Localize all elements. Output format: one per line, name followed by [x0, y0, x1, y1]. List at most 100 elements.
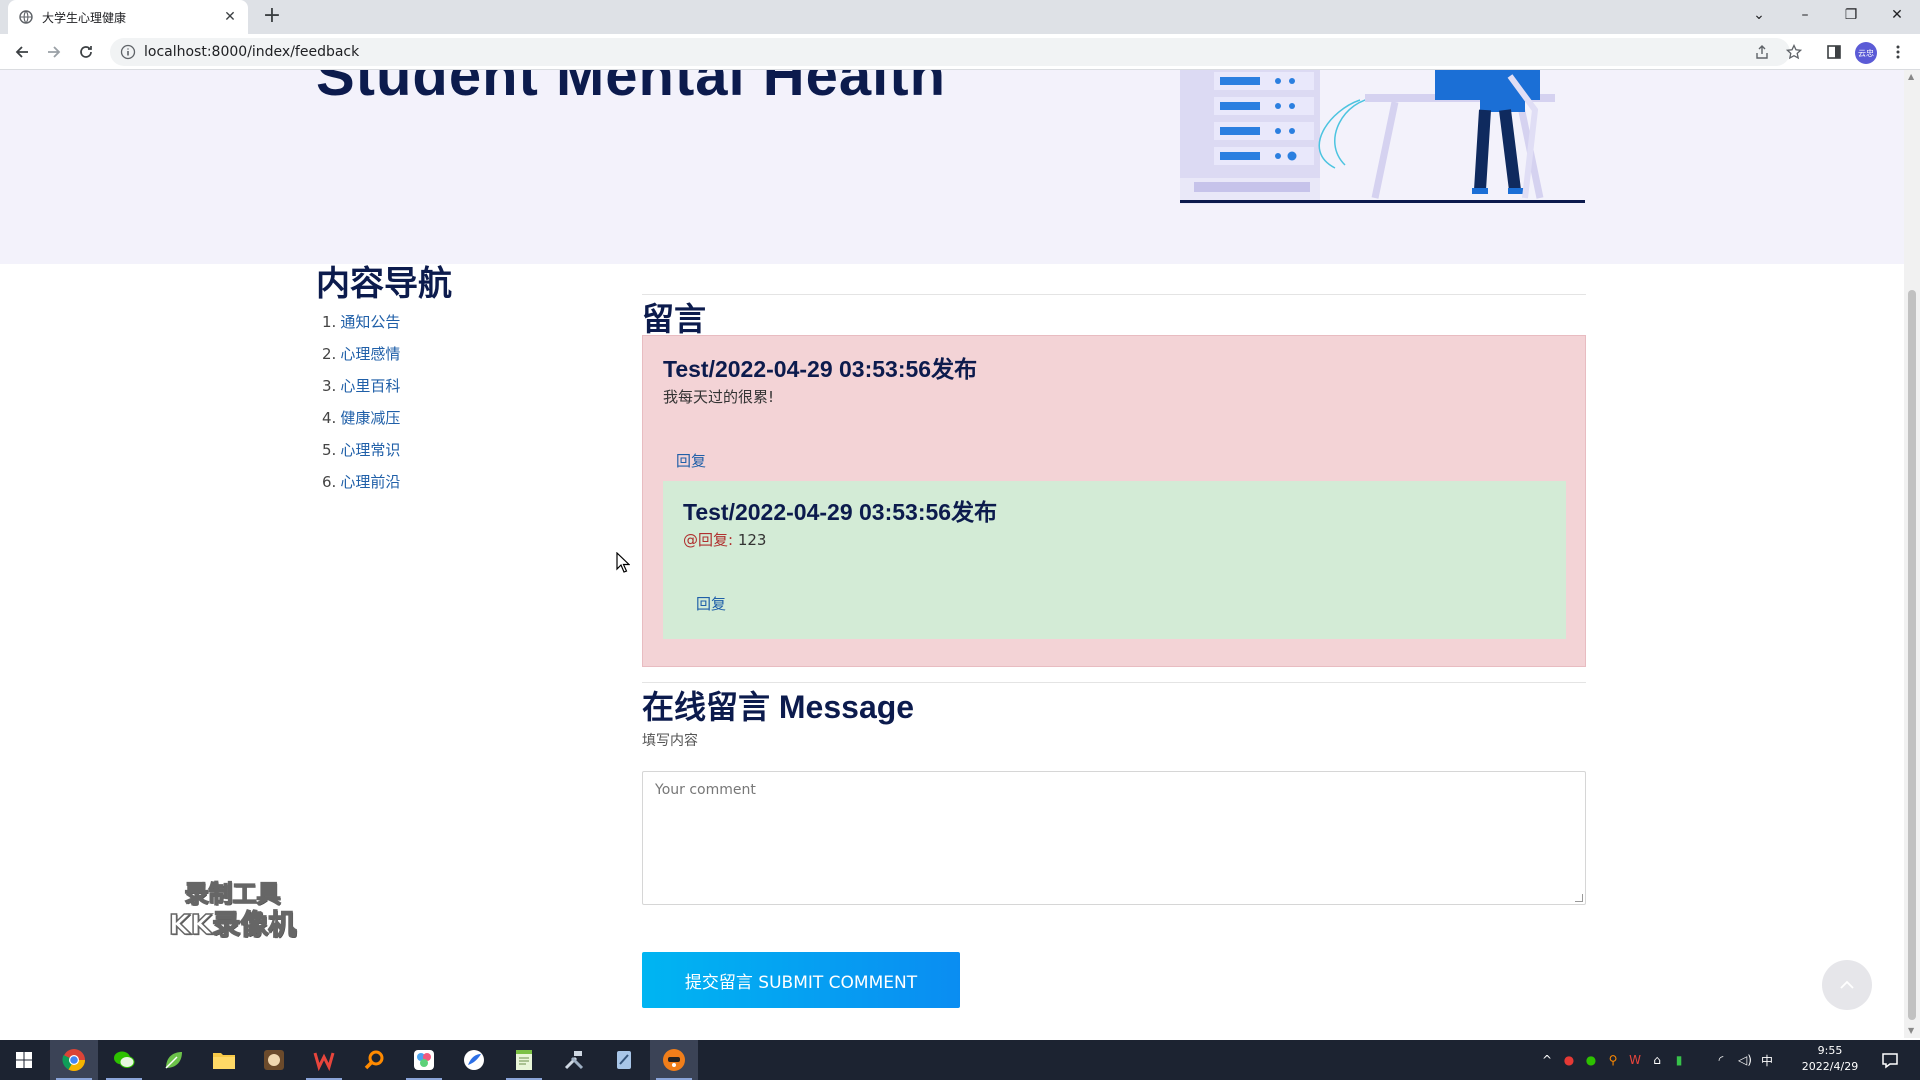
nav-link-frontier[interactable]: 心理前沿	[340, 473, 400, 491]
notification-center-icon[interactable]	[1866, 1040, 1914, 1080]
nav-link-encyclopedia[interactable]: 心里百科	[340, 377, 400, 395]
tray-usb-icon[interactable]: ⌂	[1646, 1053, 1668, 1067]
comment-placeholder: Your comment	[655, 782, 756, 798]
scroll-up-icon[interactable]: ▲	[1908, 72, 1916, 81]
nav-link-stress-relief[interactable]: 健康减压	[340, 409, 400, 427]
reply-reply-link[interactable]: 回复	[696, 593, 726, 614]
leaf-app-icon	[165, 1052, 182, 1069]
nav-item-number: 6.	[322, 473, 337, 491]
globe-icon	[18, 9, 34, 25]
browser-menu-icon[interactable]	[1888, 42, 1908, 62]
tray-search-app-icon[interactable]: ⚲	[1602, 1053, 1624, 1067]
scrollbar-thumb[interactable]	[1908, 290, 1916, 1020]
new-tab-button[interactable]: +	[260, 5, 284, 29]
nav-link-notice[interactable]: 通知公告	[340, 313, 400, 331]
pen-app-icon	[617, 1051, 631, 1069]
restore-button[interactable]: ❐	[1828, 0, 1874, 30]
nav-item: 1. 通知公告	[316, 306, 616, 338]
windows-logo-icon	[16, 1052, 32, 1068]
taskbar-chrome[interactable]	[50, 1040, 98, 1080]
address-bar[interactable]: localhost:8000/index/feedback	[110, 38, 1790, 66]
nav-item: 2. 心理感情	[316, 338, 616, 370]
taskbar-wechat[interactable]	[100, 1040, 148, 1080]
tray-volume-icon[interactable]: ◁)	[1734, 1053, 1756, 1067]
tray-wechat-icon[interactable]: ●	[1580, 1053, 1602, 1067]
chrome-icon	[62, 1049, 85, 1071]
minimize-button[interactable]: –	[1782, 0, 1828, 30]
tray-expand-icon[interactable]: ^	[1536, 1053, 1558, 1067]
tray-red-app-icon[interactable]: ●	[1558, 1053, 1580, 1067]
side-panel-icon[interactable]	[1824, 42, 1844, 62]
nav-item-number: 2.	[322, 345, 337, 363]
nav-link-common-knowledge[interactable]: 心理常识	[340, 441, 400, 459]
forward-icon[interactable]	[40, 38, 68, 66]
submit-comment-button[interactable]: 提交留言 SUBMIT COMMENT	[642, 952, 960, 1008]
reply-mention: @回复:	[683, 531, 734, 549]
nav-item-number: 4.	[322, 409, 337, 427]
taskbar-kk-recorder[interactable]	[650, 1040, 698, 1080]
clock-time: 9:55	[1817, 1044, 1843, 1057]
server-desk-illustration	[1180, 70, 1585, 204]
taskbar-app-blue[interactable]	[450, 1040, 498, 1080]
chevron-up-icon	[1840, 980, 1854, 989]
nav-item: 5. 心理常识	[316, 434, 616, 466]
taskbar-app-green[interactable]	[150, 1040, 198, 1080]
taskbar-app-game[interactable]	[250, 1040, 298, 1080]
page-viewport: Student Mental Health 内容导航 1. 通知公告 2. 心理…	[0, 70, 1904, 1038]
resize-handle-icon[interactable]	[1575, 894, 1583, 902]
site-info-icon[interactable]	[120, 44, 136, 60]
tray-battery-icon[interactable]: ▮	[1668, 1053, 1690, 1067]
start-button[interactable]	[0, 1040, 48, 1080]
page-scrollbar[interactable]: ▲ ▼	[1904, 70, 1920, 1038]
nav-link-emotion[interactable]: 心理感情	[340, 345, 400, 363]
feather-app-icon	[464, 1050, 484, 1070]
taskbar-search-app[interactable]	[350, 1040, 398, 1080]
game-app-icon	[264, 1050, 284, 1070]
window-close-button[interactable]: ✕	[1874, 0, 1920, 30]
taskbar-notepad[interactable]	[500, 1040, 548, 1080]
photos-app-icon	[414, 1050, 434, 1070]
tray-ime-indicator[interactable]: 中	[1756, 1052, 1778, 1069]
form-subtitle: 填写内容	[642, 733, 698, 749]
content-nav: 内容导航 1. 通知公告 2. 心理感情 3. 心里百科 4. 健康减压 5. 心理常识 …	[316, 264, 616, 498]
back-to-top-button[interactable]	[1822, 960, 1872, 1010]
bookmark-star-icon[interactable]	[1784, 42, 1804, 62]
back-icon[interactable]	[8, 38, 36, 66]
nav-item: 6. 心理前沿	[316, 466, 616, 498]
nav-item: 4. 健康减压	[316, 402, 616, 434]
tab-search-icon[interactable]: ⌄	[1736, 0, 1782, 30]
wps-icon	[313, 1052, 335, 1071]
taskbar-app-pen[interactable]	[600, 1040, 648, 1080]
nav-item-number: 3.	[322, 377, 337, 395]
taskbar-app-photos[interactable]	[400, 1040, 448, 1080]
watermark-line-2: KK录像机	[168, 907, 297, 942]
taskbar-wps[interactable]	[300, 1040, 348, 1080]
browser-tabstrip: 大学生心理健康 ✕ + ⌄ – ❐ ✕	[0, 0, 1920, 34]
taskbar-file-explorer[interactable]	[200, 1040, 248, 1080]
windows-taskbar: ^ ● ● ⚲ W ⌂ ▮ ◜ ◁) 中 9:55 2022/4/29	[0, 1040, 1920, 1080]
reply-header: Test/2022-04-29 03:53:56发布	[683, 499, 998, 525]
nav-item: 3. 心里百科	[316, 370, 616, 402]
reload-icon[interactable]	[72, 38, 100, 66]
taskbar-tools[interactable]	[550, 1040, 598, 1080]
tray-network-icon[interactable]: ◜	[1708, 1053, 1734, 1067]
taskbar-clock[interactable]: 9:55 2022/4/29	[1780, 1043, 1880, 1075]
browser-tab[interactable]: 大学生心理健康 ✕	[8, 0, 248, 34]
magnifier-app-icon	[364, 1050, 384, 1070]
comment-reply-link[interactable]: 回复	[676, 450, 706, 471]
messages-heading: 留言	[642, 301, 707, 337]
hero-title: Student Mental Health	[316, 70, 947, 108]
content-nav-list: 1. 通知公告 2. 心理感情 3. 心里百科 4. 健康减压 5. 心理常识 6. 心理前…	[316, 306, 616, 498]
share-icon[interactable]	[1752, 42, 1772, 62]
tray-wps-icon[interactable]: W	[1624, 1053, 1646, 1067]
reply-card: Test/2022-04-29 03:53:56发布 @回复: 123 回复	[663, 481, 1566, 639]
system-tray: ^ ● ● ⚲ W ⌂ ▮ ◜ ◁) 中	[1536, 1040, 1778, 1080]
tab-close-icon[interactable]: ✕	[222, 9, 238, 25]
recorder-app-icon	[663, 1049, 685, 1071]
comment-textarea[interactable]: Your comment	[642, 771, 1586, 905]
reply-text: 123	[737, 531, 767, 549]
profile-avatar[interactable]: 云忠	[1855, 42, 1877, 64]
watermark-line-1: 录制工具	[184, 879, 282, 909]
url-text: localhost:8000/index/feedback	[144, 44, 360, 60]
scroll-down-icon[interactable]: ▼	[1908, 1026, 1916, 1035]
